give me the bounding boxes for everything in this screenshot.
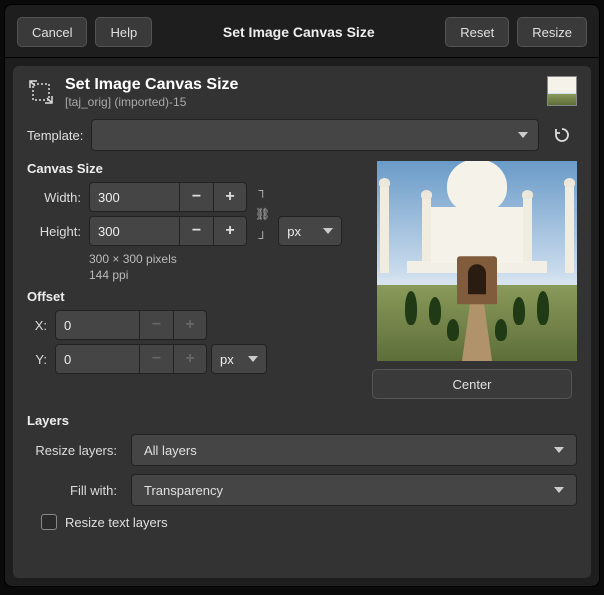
help-button[interactable]: Help bbox=[95, 17, 152, 47]
offset-y-input[interactable] bbox=[55, 344, 139, 374]
offset-x-decrement-button[interactable]: − bbox=[139, 310, 173, 340]
image-thumbnail bbox=[547, 76, 577, 106]
resize-layers-label: Resize layers: bbox=[27, 443, 123, 458]
height-decrement-button[interactable]: − bbox=[179, 216, 213, 246]
fill-with-combo[interactable]: Transparency bbox=[131, 474, 577, 506]
dialog-title: Set Image Canvas Size bbox=[65, 76, 537, 94]
canvas-unit-combo[interactable]: px bbox=[278, 216, 342, 246]
chevron-down-icon bbox=[554, 487, 564, 493]
chevron-down-icon bbox=[554, 447, 564, 453]
chevron-down-icon bbox=[518, 132, 528, 138]
offset-y-increment-button[interactable]: + bbox=[173, 344, 207, 374]
reset-button[interactable]: Reset bbox=[445, 17, 509, 47]
fill-with-value: Transparency bbox=[144, 483, 554, 498]
link-bracket-bottom: ┘ bbox=[258, 232, 267, 244]
offset-x-input[interactable] bbox=[55, 310, 139, 340]
dimension-readout: 300 × 300 pixels bbox=[89, 252, 358, 268]
height-label: Height: bbox=[27, 224, 85, 239]
width-input[interactable] bbox=[89, 182, 179, 212]
resize-layers-value: All layers bbox=[144, 443, 554, 458]
reset-icon bbox=[553, 126, 571, 144]
cancel-button[interactable]: Cancel bbox=[17, 17, 87, 47]
offset-section: Offset bbox=[27, 289, 358, 304]
offset-unit-value: px bbox=[220, 352, 242, 367]
width-decrement-button[interactable]: − bbox=[179, 182, 213, 212]
canvas-preview[interactable] bbox=[377, 161, 577, 361]
template-combo[interactable] bbox=[91, 119, 539, 151]
resize-layers-combo[interactable]: All layers bbox=[131, 434, 577, 466]
offset-y-decrement-button[interactable]: − bbox=[139, 344, 173, 374]
resize-text-layers-label: Resize text layers bbox=[65, 515, 168, 530]
chevron-down-icon bbox=[323, 228, 333, 234]
header-bar: Cancel Help Set Image Canvas Size Reset … bbox=[5, 5, 599, 58]
ppi-readout: 144 ppi bbox=[89, 268, 358, 284]
window-title: Set Image Canvas Size bbox=[160, 24, 437, 40]
offset-y-label: Y: bbox=[27, 352, 51, 367]
template-reset-button[interactable] bbox=[547, 120, 577, 150]
offset-x-increment-button[interactable]: + bbox=[173, 310, 207, 340]
layers-section: Layers bbox=[27, 413, 577, 428]
dialog-subtitle: [taj_orig] (imported)-15 bbox=[65, 95, 537, 109]
width-increment-button[interactable]: + bbox=[213, 182, 247, 212]
resize-text-layers-checkbox[interactable] bbox=[41, 514, 57, 530]
height-input[interactable] bbox=[89, 216, 179, 246]
template-label: Template: bbox=[27, 128, 83, 143]
link-bracket-top: ┐ bbox=[258, 184, 267, 196]
chevron-down-icon bbox=[248, 356, 258, 362]
canvas-resize-icon bbox=[27, 78, 55, 106]
canvas-unit-value: px bbox=[287, 224, 317, 239]
offset-x-label: X: bbox=[27, 318, 51, 333]
center-button[interactable]: Center bbox=[372, 369, 572, 399]
canvas-size-section: Canvas Size bbox=[27, 161, 358, 176]
resize-button[interactable]: Resize bbox=[517, 17, 587, 47]
width-label: Width: bbox=[27, 190, 85, 205]
offset-unit-combo[interactable]: px bbox=[211, 344, 267, 374]
height-increment-button[interactable]: + bbox=[213, 216, 247, 246]
chain-link-toggle[interactable]: ⛓ bbox=[255, 207, 270, 221]
fill-with-label: Fill with: bbox=[27, 483, 123, 498]
